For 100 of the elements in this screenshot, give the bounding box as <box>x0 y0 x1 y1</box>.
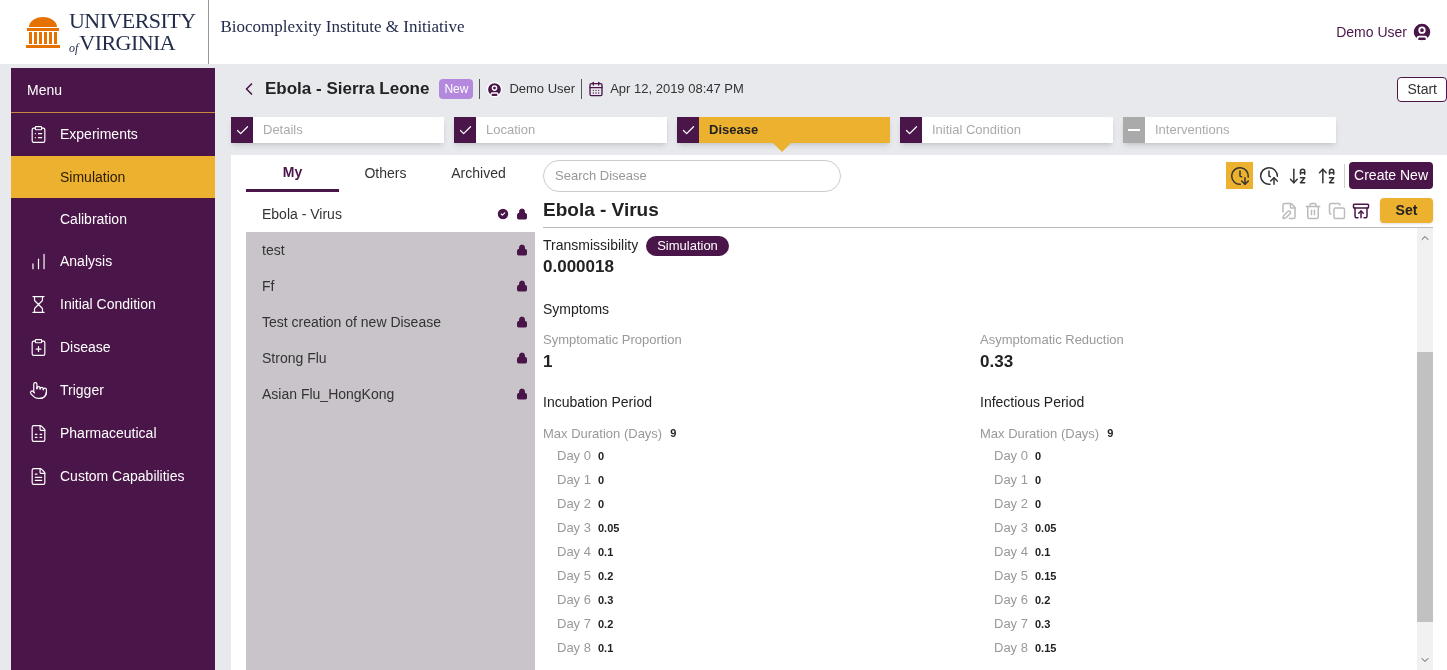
day-label: Day 5 <box>557 567 591 586</box>
day-value: 0.3 <box>597 592 614 608</box>
day-label: Day 5 <box>994 567 1028 586</box>
sidebar-item[interactable]: Custom Capabilities <box>11 455 215 498</box>
hand-icon <box>29 381 48 400</box>
day-label: Day 8 <box>557 639 591 658</box>
day-value: 0.05 <box>597 520 620 536</box>
disease-item[interactable]: Strong Flu <box>246 340 535 376</box>
sidebar-item[interactable]: Analysis <box>11 240 215 283</box>
lock-icon <box>516 316 528 328</box>
user-icon[interactable] <box>1411 21 1433 43</box>
day-value: 0 <box>1034 496 1042 512</box>
start-button[interactable]: Start <box>1397 76 1447 102</box>
field-value: 0.33 <box>980 350 1015 373</box>
logo-text: of <box>69 42 79 54</box>
list-tab[interactable]: Archived <box>432 155 525 192</box>
day-label: Day 6 <box>994 591 1028 610</box>
document-icon <box>29 467 48 486</box>
field-label: Symptomatic Proportion <box>543 331 683 349</box>
day-value: 0.2 <box>1034 592 1051 608</box>
day-label: Day 8 <box>994 639 1028 658</box>
day-value: 0 <box>597 472 605 488</box>
day-label: Day 6 <box>557 591 591 610</box>
section-title: Incubation Period <box>543 392 653 412</box>
field-value: 9 <box>1107 426 1114 441</box>
field-value: 1 <box>543 350 554 373</box>
field-value: 0.000018 <box>543 256 615 278</box>
lock-icon <box>516 244 528 256</box>
disease-title: Ebola - Virus <box>543 198 659 223</box>
hourglass-icon <box>29 295 48 314</box>
user-icon <box>486 80 504 98</box>
day-value: 0 <box>1034 472 1042 488</box>
search-field[interactable]: Search Disease <box>543 159 841 192</box>
calendar-icon <box>588 81 605 97</box>
create-new-button[interactable]: Create New <box>1349 162 1433 189</box>
sidebar-item[interactable]: Initial Condition <box>11 283 215 326</box>
field-label: Asymptomatic Reduction <box>980 331 1125 349</box>
chart-icon <box>29 252 48 271</box>
day-value: 0.15 <box>1034 568 1057 584</box>
day-value: 0.15 <box>1034 640 1057 656</box>
user-name[interactable]: Demo User <box>1336 21 1407 43</box>
sidebar-item[interactable]: Pharmaceutical <box>11 412 215 455</box>
sort-button[interactable] <box>1226 162 1254 189</box>
day-label: Day 2 <box>557 495 591 514</box>
sidebar-item[interactable]: Experiments <box>11 113 215 156</box>
disease-item[interactable]: Ff <box>246 268 535 304</box>
experiment-title: Ebola - Sierra Leone <box>265 78 430 101</box>
day-value: 0.2 <box>597 616 614 632</box>
logo-text: VIRGINIA <box>79 32 176 54</box>
sidebar-subitem[interactable]: Calibration <box>11 198 215 240</box>
list-tab[interactable]: Others <box>339 155 432 192</box>
disease-item[interactable]: Test creation of new Disease <box>246 304 535 340</box>
rotunda-logo-icon <box>25 15 61 49</box>
disease-item[interactable]: test <box>246 232 535 268</box>
day-label: Day 0 <box>557 447 591 466</box>
set-button[interactable]: Set <box>1380 198 1433 223</box>
day-value: 0.3 <box>1034 616 1051 632</box>
day-value: 0.1 <box>597 640 614 656</box>
day-label: Day 7 <box>994 615 1028 634</box>
dash-icon <box>1128 129 1140 131</box>
day-value: 0.1 <box>1034 544 1051 560</box>
day-label: Day 3 <box>557 519 591 538</box>
day-label: Day 1 <box>994 471 1028 490</box>
archive-icon[interactable] <box>1352 201 1370 220</box>
clock-sort-icon <box>1229 165 1250 186</box>
field-value: 9 <box>670 426 677 441</box>
clipboard-icon <box>29 338 48 357</box>
sidebar-item[interactable]: Trigger <box>11 369 215 412</box>
day-label: Day 3 <box>994 519 1028 538</box>
scrollbar[interactable] <box>1417 228 1433 670</box>
sidebar-item[interactable]: Disease <box>11 326 215 369</box>
experiment-date: Apr 12, 2019 08:47 PM <box>610 80 744 99</box>
lock-icon <box>516 388 528 400</box>
day-label: Day 1 <box>557 471 591 490</box>
clock-sort-icon <box>1258 165 1279 186</box>
lock-icon <box>516 352 528 364</box>
lock-icon <box>516 208 528 220</box>
disease-item[interactable]: Ebola - Virus <box>246 196 535 232</box>
day-value: 0.2 <box>597 568 614 584</box>
day-label: Day 4 <box>994 543 1028 562</box>
day-value: 0 <box>597 448 605 464</box>
owner-name: Demo User <box>509 80 576 99</box>
day-value: 0.1 <box>597 544 614 560</box>
disease-item[interactable]: Asian Flu_HongKong <box>246 376 535 412</box>
day-value: 0 <box>597 496 605 512</box>
menu-title: Menu <box>11 68 215 113</box>
day-label: Day 4 <box>557 543 591 562</box>
document-icon <box>29 424 48 443</box>
day-value: 0.05 <box>1034 520 1057 536</box>
field-label: Max Duration (Days) <box>543 424 663 443</box>
day-label: Day 2 <box>994 495 1028 514</box>
list-tab[interactable]: My <box>246 155 339 192</box>
logo-text: UNIVERSITY <box>69 10 196 32</box>
scroll-thumb[interactable] <box>1417 352 1433 622</box>
sidebar-subitem[interactable]: Simulation <box>11 156 215 198</box>
section-title: Symptoms <box>543 300 611 319</box>
lock-icon <box>516 280 528 292</box>
field-label: Transmissibility <box>543 236 639 255</box>
clipboard-icon <box>29 125 48 144</box>
field-label: Max Duration (Days) <box>980 424 1100 443</box>
